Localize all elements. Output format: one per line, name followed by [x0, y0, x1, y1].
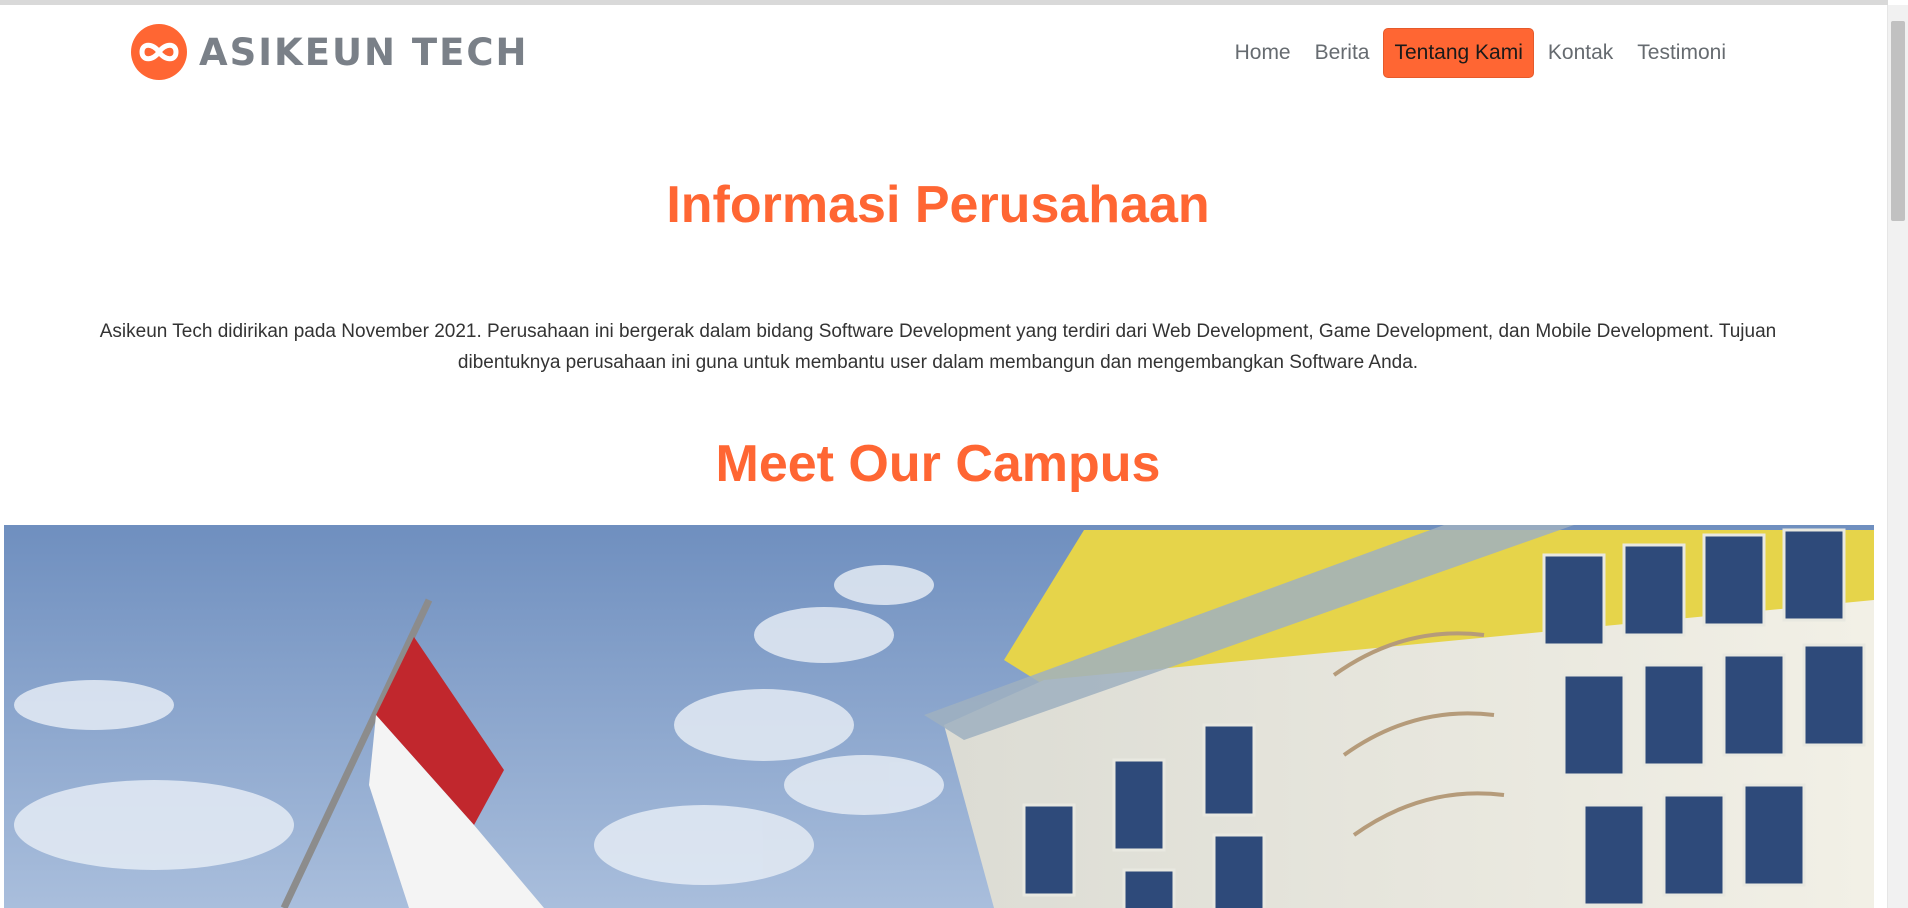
brand-logo[interactable]: ASIKEUN TECH	[131, 21, 529, 83]
nav-tentang-kami[interactable]: Tentang Kami	[1383, 28, 1534, 78]
brand-name: ASIKEUN TECH	[199, 30, 529, 74]
nav-berita[interactable]: Berita	[1305, 29, 1380, 77]
vertical-scrollbar[interactable]	[1887, 5, 1908, 908]
company-info-title: Informasi Perusahaan	[666, 176, 1210, 234]
page: ASIKEUN TECH Home Berita Tentang Kami Ko…	[0, 0, 1908, 908]
main-nav: Home Berita Tentang Kami Kontak Testimon…	[1225, 28, 1736, 78]
campus-title: Meet Our Campus	[715, 435, 1161, 493]
nav-kontak[interactable]: Kontak	[1538, 29, 1623, 77]
campus-photo	[4, 525, 1874, 908]
company-description: Asikeun Tech didirikan pada November 202…	[99, 321, 1777, 373]
nav-testimoni[interactable]: Testimoni	[1627, 29, 1736, 77]
infinity-icon	[131, 24, 187, 80]
scrollbar-thumb[interactable]	[1891, 21, 1905, 221]
navbar: ASIKEUN TECH Home Berita Tentang Kami Ko…	[0, 5, 1888, 100]
nav-home[interactable]: Home	[1225, 29, 1301, 77]
